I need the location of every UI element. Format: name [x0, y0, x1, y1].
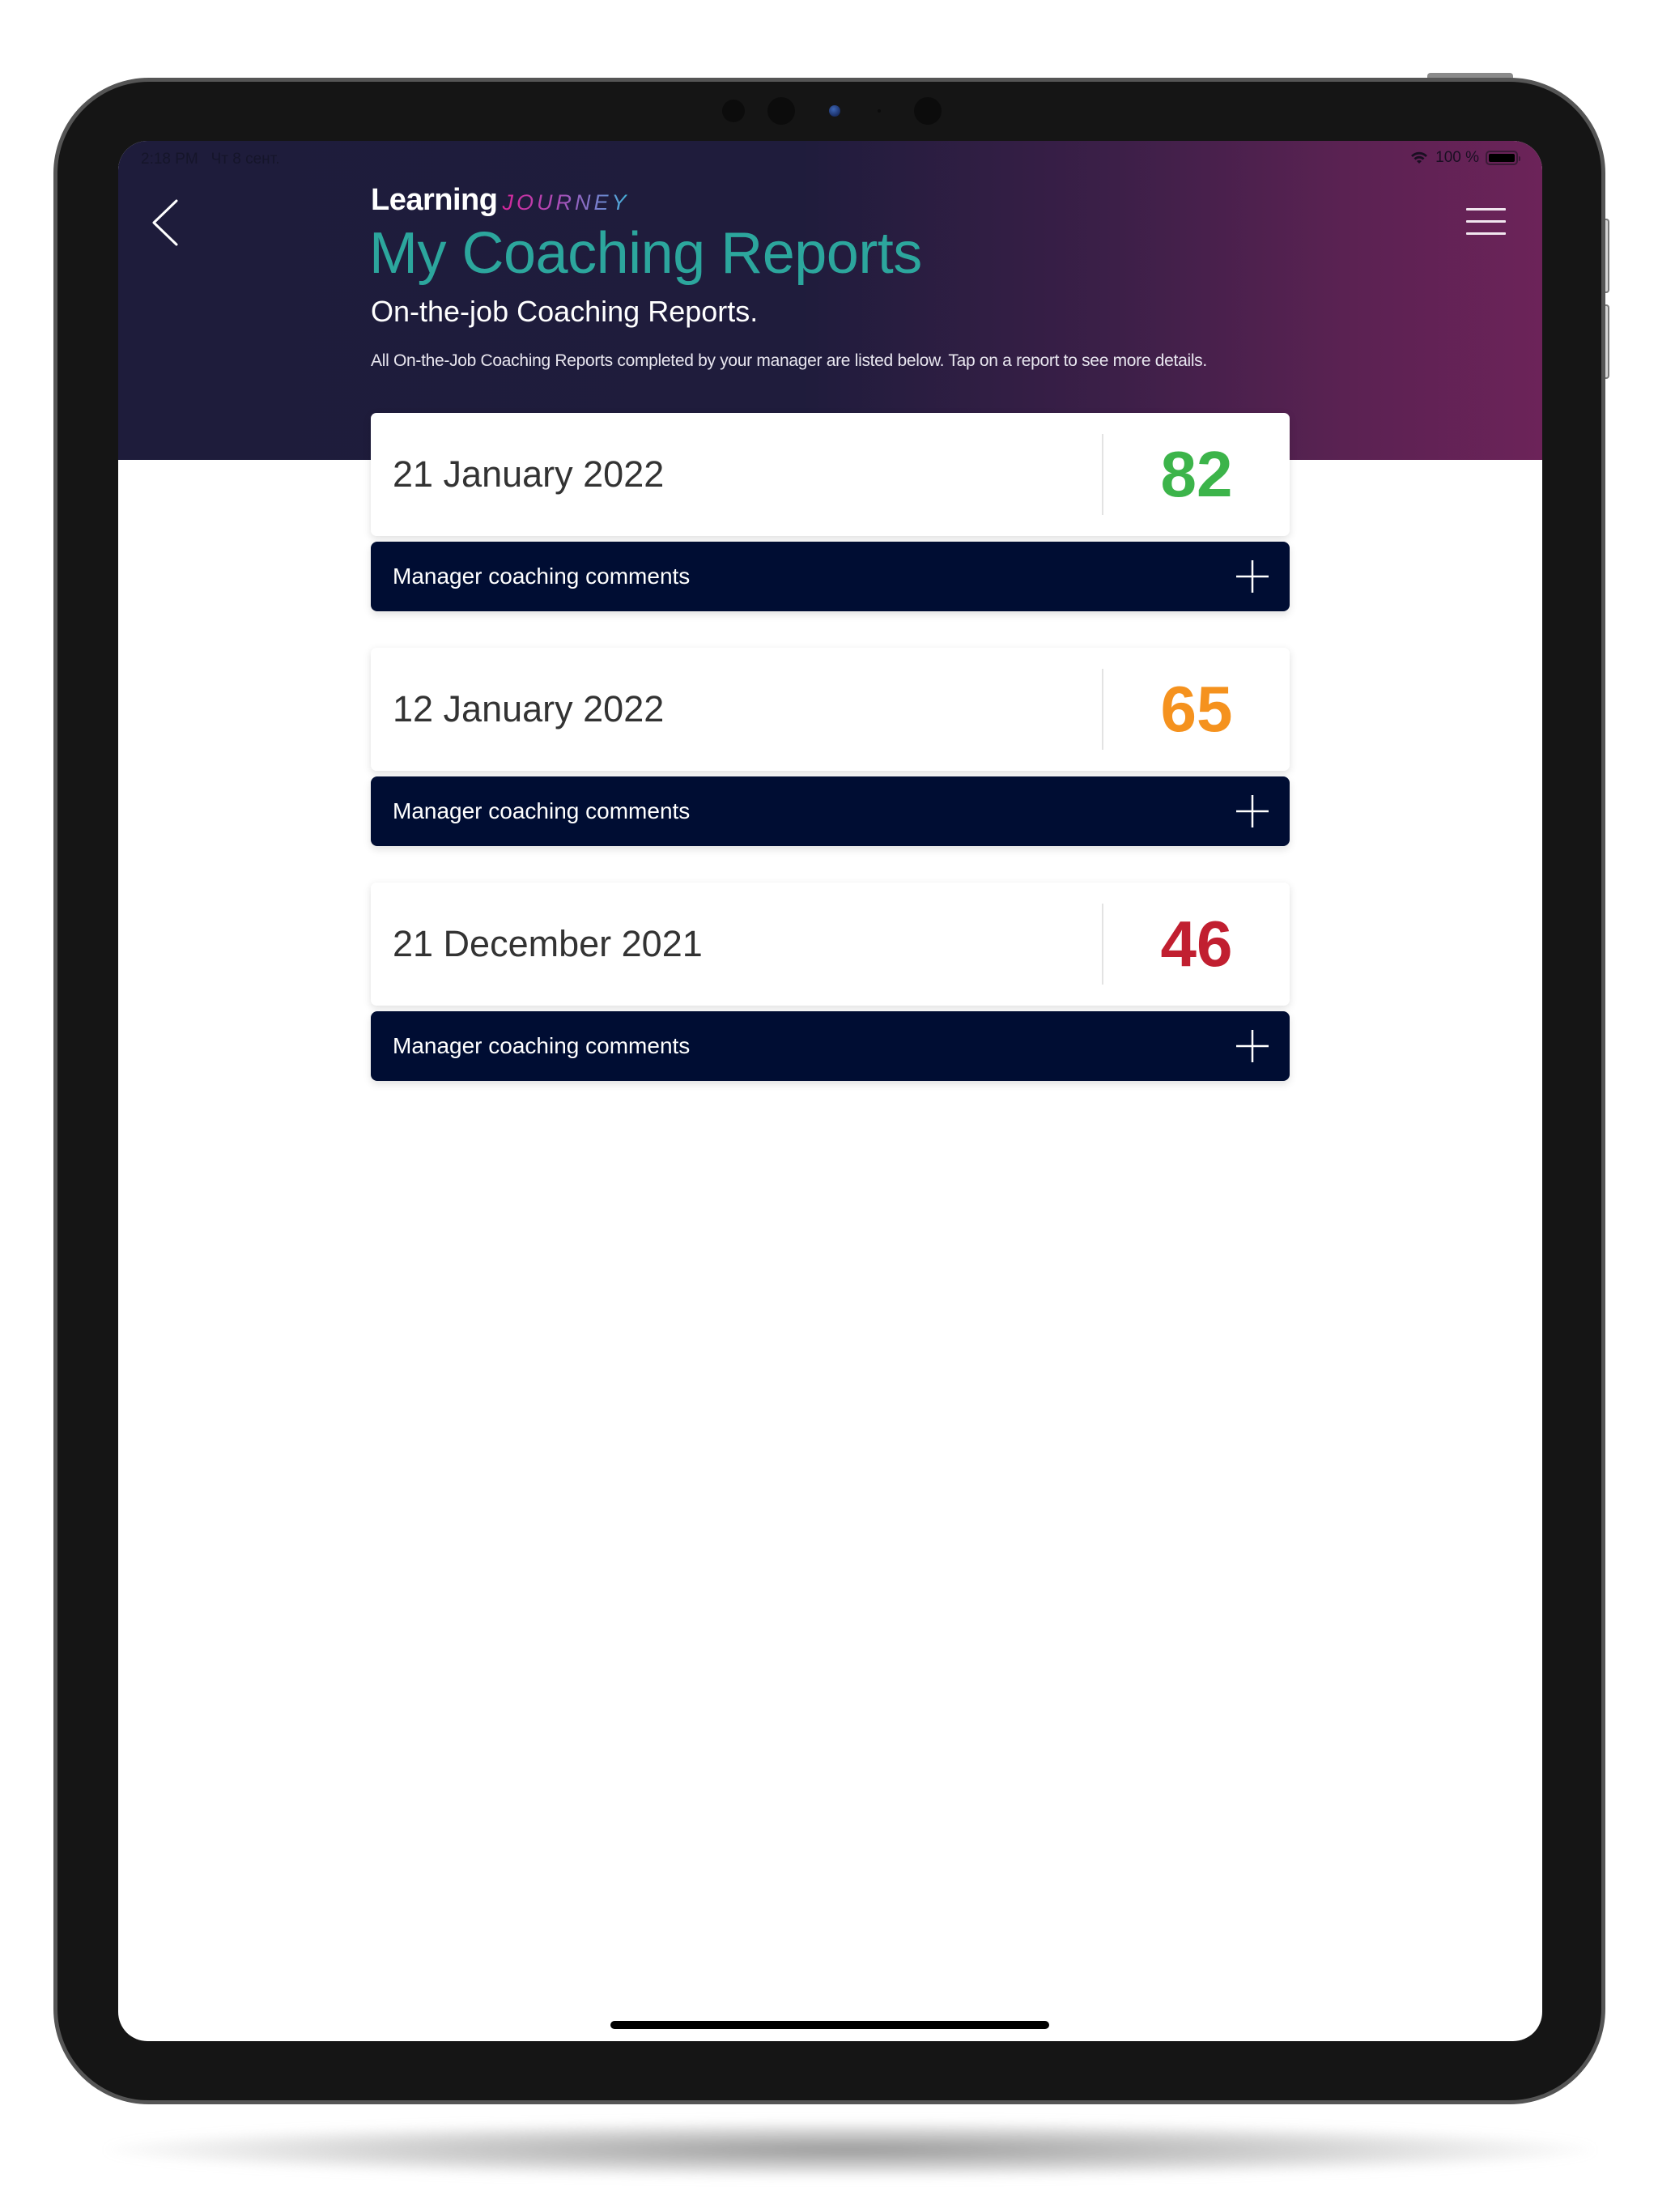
page-title: My Coaching Reports: [369, 221, 922, 286]
status-date-text: Чт 8 сент.: [210, 151, 280, 168]
report-card[interactable]: 21 December 2021 46: [371, 883, 1290, 1006]
comments-label: Manager coaching comments: [393, 798, 691, 823]
device-shadow: [105, 2121, 1595, 2178]
camera-sensor-icon: [878, 109, 881, 113]
report-card[interactable]: 12 January 2022 65: [371, 648, 1290, 771]
manager-comments-toggle[interactable]: Manager coaching comments: [371, 1011, 1290, 1081]
home-indicator[interactable]: [610, 2021, 1049, 2029]
battery-icon: [1486, 151, 1520, 165]
plus-icon: [1236, 560, 1269, 593]
page-subtitle: On-the-job Coaching Reports.: [371, 295, 759, 328]
page-description: All On-the-Job Coaching Reports complete…: [371, 351, 1207, 370]
comments-label: Manager coaching comments: [393, 1033, 691, 1058]
menu-button[interactable]: [1462, 206, 1511, 238]
report-item: 21 December 2021 46 Manager coaching com…: [371, 883, 1290, 1081]
report-score: 82: [1160, 438, 1233, 510]
chevron-left-icon: [152, 199, 178, 246]
plus-icon: [1236, 795, 1269, 827]
camera-sensor-icon: [767, 97, 795, 125]
app-screen: 2:18 PM Чт 8 сент. 100 % Learning JOURNE…: [118, 141, 1542, 2041]
back-button[interactable]: [147, 194, 188, 251]
report-item: 12 January 2022 65 Manager coaching comm…: [371, 648, 1290, 846]
status-time-text: 2:18 PM: [141, 151, 198, 168]
camera-sensor-icon: [914, 97, 942, 125]
status-bar-right: 100 %: [1409, 149, 1520, 167]
report-card[interactable]: 21 January 2022 82: [371, 413, 1290, 536]
report-score: 65: [1160, 673, 1233, 745]
comments-label: Manager coaching comments: [393, 564, 691, 589]
status-bar-time: 2:18 PM Чт 8 сент.: [141, 151, 280, 168]
reports-list: 21 January 2022 82 Manager coaching comm…: [371, 413, 1290, 1117]
report-date: 12 January 2022: [393, 688, 665, 730]
plus-icon: [1236, 1030, 1269, 1062]
report-score: 46: [1160, 908, 1233, 980]
manager-comments-toggle[interactable]: Manager coaching comments: [371, 542, 1290, 611]
wifi-icon: [1411, 151, 1428, 164]
report-date: 21 January 2022: [393, 453, 665, 495]
battery-percentage: 100 %: [1435, 149, 1479, 166]
battery-fill: [1489, 154, 1515, 162]
logo-learning-text: Learning: [371, 183, 498, 217]
report-date: 21 December 2021: [393, 923, 703, 964]
report-item: 21 January 2022 82 Manager coaching comm…: [371, 413, 1290, 611]
app-logo: Learning JOURNEY: [371, 183, 629, 218]
logo-journey-text: JOURNEY: [502, 190, 630, 215]
camera-lens-icon: [829, 105, 840, 117]
manager-comments-toggle[interactable]: Manager coaching comments: [371, 776, 1290, 846]
page-header: 2:18 PM Чт 8 сент. 100 % Learning JOURNE…: [118, 141, 1542, 460]
camera-sensor-icon: [722, 100, 745, 122]
